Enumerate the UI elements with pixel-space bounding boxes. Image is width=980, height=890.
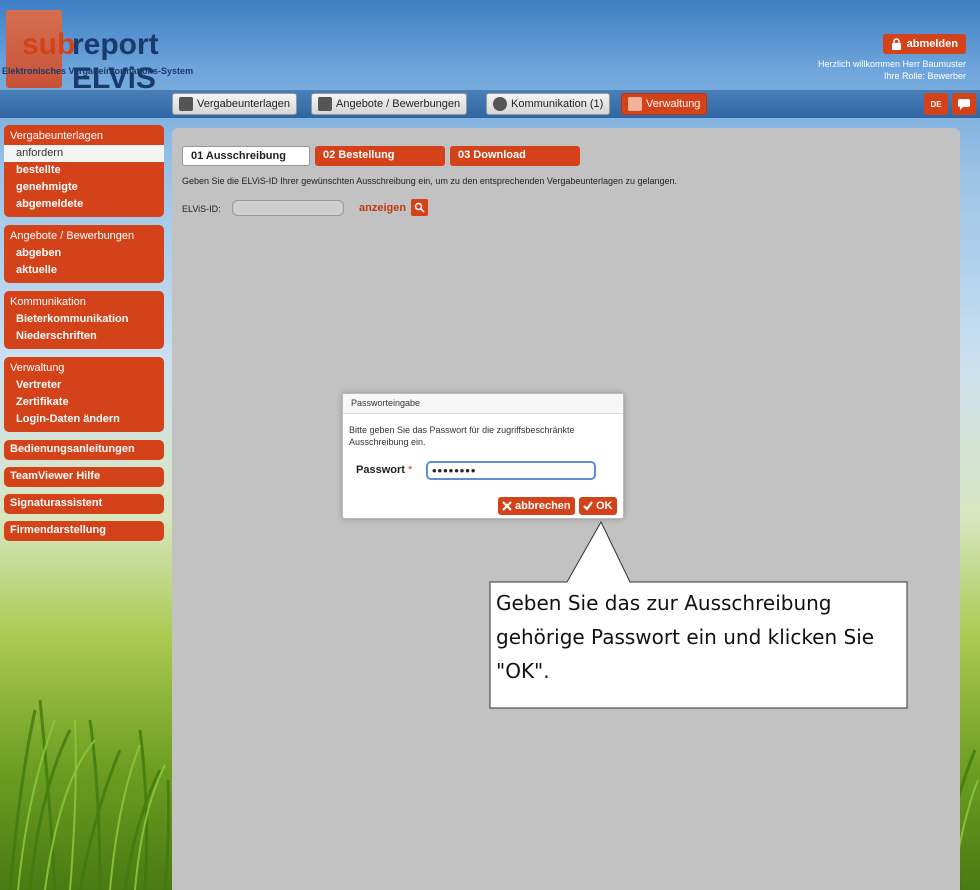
header: sub report ELViS Elektronisches Vergabei… <box>0 10 980 95</box>
app-logo: sub report ELViS Elektronisches Vergabei… <box>0 10 240 95</box>
logo-report-text: report ELViS <box>72 28 159 95</box>
show-link[interactable]: anzeigen <box>359 202 406 214</box>
elvis-id-label: ELViS-ID: <box>182 204 221 214</box>
sidebar-group-verwaltung: Verwaltung Vertreter Zertifikate Login-D… <box>4 357 164 432</box>
main-navbar: Vergabeunterlagen Angebote / Bewerbungen… <box>0 90 980 118</box>
password-input[interactable]: •••••••• <box>426 461 596 480</box>
sidebar-group-title: Kommunikation <box>10 296 86 308</box>
sidebar-item-anfordern[interactable]: anfordern <box>4 145 164 162</box>
sidebar-item-niederschriften[interactable]: Niederschriften <box>4 328 164 345</box>
sidebar-item-signaturassistent[interactable]: Signaturassistent <box>4 494 164 514</box>
sidebar-group-kommunikation: Kommunikation Bieterkommunikation Nieder… <box>4 291 164 349</box>
sidebar-item-firmendarstellung[interactable]: Firmendarstellung <box>4 521 164 541</box>
ok-label: OK <box>596 500 613 512</box>
tab-bestellung[interactable]: 02 Bestellung <box>315 146 445 166</box>
documents-icon <box>179 97 193 111</box>
sidebar-item-zertifikate[interactable]: Zertifikate <box>4 394 164 411</box>
sidebar-group-title: Vergabeunterlagen <box>10 130 103 142</box>
nav-kommunikation[interactable]: Kommunikation (1) <box>486 93 611 115</box>
tab-download[interactable]: 03 Download <box>450 146 580 166</box>
tab-ausschreibung[interactable]: 01 Ausschreibung <box>182 146 310 166</box>
sidebar: Vergabeunterlagen anfordern bestellte ge… <box>4 125 164 548</box>
password-dialog: Passworteingabe Bitte geben Sie das Pass… <box>342 393 624 519</box>
lock-icon <box>891 38 901 50</box>
sidebar-item-aktuelle[interactable]: aktuelle <box>4 262 164 279</box>
cancel-label: abbrechen <box>515 500 571 512</box>
sidebar-item-vertreter[interactable]: Vertreter <box>4 377 164 394</box>
nav-label: Kommunikation (1) <box>511 98 604 110</box>
role-text: Ihre Rolle: Bewerber <box>883 71 966 81</box>
nav-angebote[interactable]: Angebote / Bewerbungen <box>311 93 468 115</box>
person-icon <box>493 97 507 111</box>
nav-label: Angebote / Bewerbungen <box>336 98 461 110</box>
language-button[interactable]: DE <box>924 93 948 115</box>
grid-icon <box>628 97 642 111</box>
sidebar-group-title: Angebote / Bewerbungen <box>10 230 135 242</box>
sidebar-item-bestellte[interactable]: bestellte <box>4 162 164 179</box>
nav-label: Verwaltung <box>646 98 701 110</box>
nav-label: Vergabeunterlagen <box>197 98 290 110</box>
sidebar-item-abgemeldete[interactable]: abgemeldete <box>4 196 164 213</box>
show-button[interactable] <box>411 199 428 216</box>
sidebar-group-vergabeunterlagen: Vergabeunterlagen anfordern bestellte ge… <box>4 125 164 217</box>
ok-button[interactable]: OK <box>579 497 617 515</box>
callout-text: Geben Sie das zur Ausschreibung gehörige… <box>496 591 875 683</box>
logout-button[interactable]: abmelden <box>882 34 966 54</box>
search-icon <box>414 202 425 213</box>
welcome-info: Herzlich willkommen Herr Baumuster Ihre … <box>818 58 966 82</box>
logo-tagline: Elektronisches Vergabeinformations-Syste… <box>2 66 194 76</box>
chat-button[interactable] <box>952 93 976 115</box>
nav-verwaltung[interactable]: Verwaltung <box>621 93 708 115</box>
info-text: Geben Sie die ELViS-ID Ihrer gewünschten… <box>182 176 678 186</box>
dialog-title: Passworteingabe <box>343 394 623 414</box>
language-label: DE <box>930 99 942 109</box>
envelope-icon <box>318 97 332 111</box>
required-mark: * <box>407 464 413 476</box>
chat-icon <box>958 99 970 110</box>
sidebar-group-title: Verwaltung <box>10 362 65 374</box>
sidebar-item-genehmigte[interactable]: genehmigte <box>4 179 164 196</box>
welcome-text: Herzlich willkommen Herr Baumuster <box>817 59 966 69</box>
sidebar-item-bieterkommunikation[interactable]: Bieterkommunikation <box>4 311 164 328</box>
password-label: Passwort * <box>356 464 412 476</box>
sidebar-item-login-daten[interactable]: Login-Daten ändern <box>4 411 164 428</box>
sidebar-group-angebote: Angebote / Bewerbungen abgeben aktuelle <box>4 225 164 283</box>
close-icon <box>502 501 512 511</box>
sidebar-item-bedienungsanleitungen[interactable]: Bedienungsanleitungen <box>4 440 164 460</box>
elvis-id-input[interactable] <box>232 200 344 216</box>
nav-vergabeunterlagen[interactable]: Vergabeunterlagen <box>172 93 297 115</box>
dialog-message: Bitte geben Sie das Passwort für die zug… <box>349 425 575 447</box>
password-label-text: Passwort <box>356 464 405 476</box>
sidebar-item-teamviewer[interactable]: TeamViewer Hilfe <box>4 467 164 487</box>
sidebar-item-abgeben[interactable]: abgeben <box>4 245 164 262</box>
check-icon <box>583 501 593 511</box>
logout-label: abmelden <box>906 38 958 50</box>
logo-sub-text: sub <box>22 28 76 61</box>
cancel-button[interactable]: abbrechen <box>498 497 575 515</box>
